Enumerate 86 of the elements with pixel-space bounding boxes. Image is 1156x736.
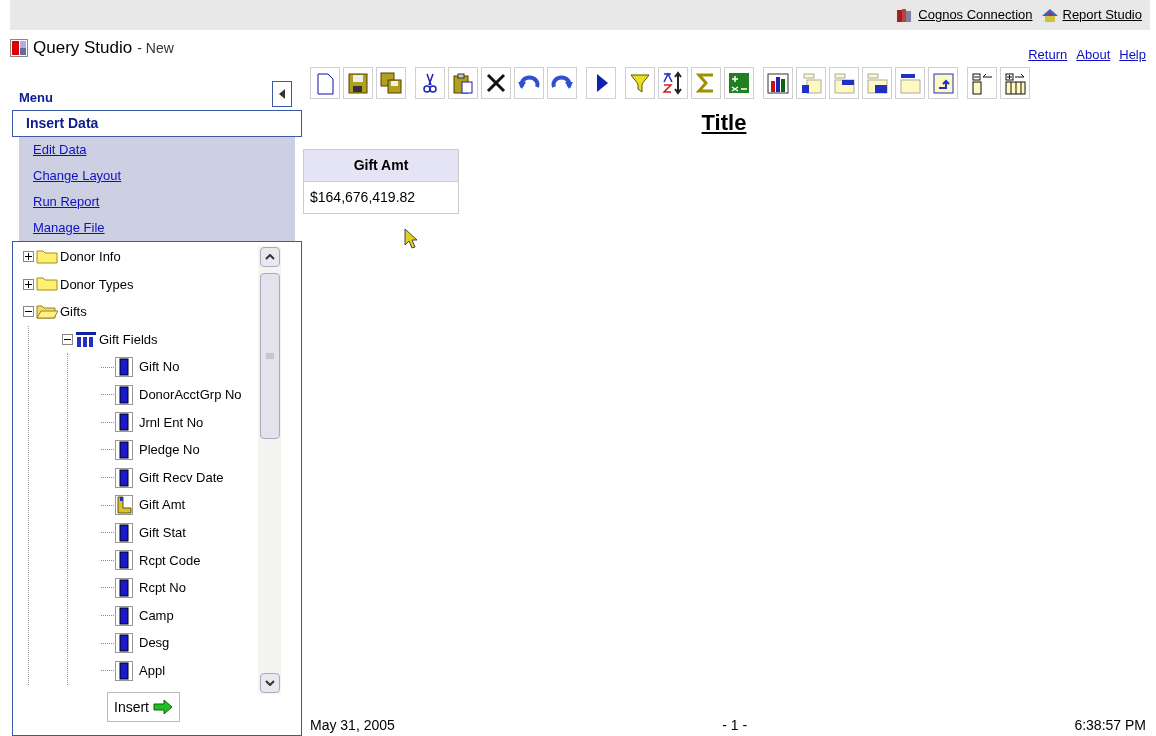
expand-toggle-icon[interactable] xyxy=(23,278,34,290)
collapse-panel-button[interactable] xyxy=(272,81,292,107)
menu-item[interactable]: Edit Data xyxy=(19,137,295,163)
menu-item[interactable]: Insert Data xyxy=(12,110,302,137)
top-link[interactable]: Report Studio xyxy=(1062,5,1142,25)
footer-date: May 31, 2005 xyxy=(310,716,395,735)
funnel-icon xyxy=(628,71,652,95)
collapse-toggle-icon[interactable] xyxy=(62,334,73,346)
tree-item[interactable]: Gift Fields xyxy=(99,329,158,350)
floppy-disks-icon xyxy=(379,71,403,95)
menu-item[interactable]: Manage File xyxy=(19,215,295,241)
tree-item[interactable]: Pledge No xyxy=(139,440,200,460)
expand-columns-icon xyxy=(1003,71,1027,95)
toolbar-button[interactable] xyxy=(415,67,445,99)
page-number: - 1 - xyxy=(722,716,748,735)
menu-title: Menu xyxy=(18,88,53,107)
expand-toggle-icon[interactable] xyxy=(23,251,34,263)
house-icon xyxy=(1040,7,1059,23)
grip-icon xyxy=(265,353,274,359)
tree-item[interactable]: DonorAcctGrp No xyxy=(139,385,242,405)
tree-item[interactable]: Donor Types xyxy=(60,274,134,295)
tree-item[interactable]: Jrnl Ent No xyxy=(139,412,204,433)
menu-item[interactable]: Run Report xyxy=(19,189,295,215)
toolbar-button[interactable] xyxy=(862,67,892,99)
toolbar-button[interactable] xyxy=(547,67,577,99)
app-title: Query Studio xyxy=(33,37,133,60)
app-logo-icon xyxy=(10,39,28,57)
collapse-toggle-icon[interactable] xyxy=(23,306,34,318)
tree-item[interactable]: Donor Info xyxy=(60,247,121,267)
arrow-right-icon xyxy=(153,700,173,714)
toolbar-button[interactable] xyxy=(343,67,373,99)
scroll-down-button[interactable] xyxy=(259,673,280,693)
calculator-icon xyxy=(727,71,751,95)
toolbar-button[interactable] xyxy=(763,67,793,99)
tree-item[interactable]: Gift Recv Date xyxy=(139,467,224,488)
toolbar-button[interactable] xyxy=(658,67,688,99)
toolbar-button[interactable] xyxy=(448,67,478,99)
toolbar-button[interactable] xyxy=(928,67,958,99)
chevron-up-icon xyxy=(264,254,275,260)
clipboard-icon xyxy=(451,71,475,95)
tree-item[interactable]: Rcpt Code xyxy=(139,550,201,571)
layout-icon xyxy=(865,71,889,95)
plus-icon xyxy=(25,253,32,261)
tree-item[interactable]: Gift No xyxy=(139,357,180,377)
header-link[interactable]: Help xyxy=(1119,44,1146,64)
cursor-icon xyxy=(404,228,418,250)
insert-button[interactable]: Insert xyxy=(107,692,180,722)
toolbar-button[interactable] xyxy=(586,67,616,99)
pivot-icon xyxy=(931,71,955,95)
toolbar-button[interactable] xyxy=(895,67,925,99)
scrollbar[interactable] xyxy=(258,246,281,694)
toolbar-button[interactable] xyxy=(796,67,826,99)
folder-icon xyxy=(36,302,58,322)
tree-item[interactable]: Gift Amt xyxy=(139,495,186,515)
scroll-up-button[interactable] xyxy=(259,247,280,267)
toolbar-button[interactable] xyxy=(481,67,511,99)
report-title[interactable]: Title xyxy=(701,112,747,140)
cross-icon xyxy=(484,71,508,95)
layout-icon xyxy=(799,71,823,95)
top-link[interactable]: Cognos Connection xyxy=(918,5,1033,25)
toolbar-button[interactable] xyxy=(514,67,544,99)
footer-time: 6:38:57 PM xyxy=(1074,716,1146,735)
header-link[interactable]: Return xyxy=(1028,44,1068,64)
app-subtitle: - New xyxy=(137,38,174,58)
plus-icon xyxy=(25,280,32,288)
layout-icon xyxy=(898,71,922,95)
scroll-thumb[interactable] xyxy=(259,273,280,439)
toolbar-button[interactable] xyxy=(829,67,859,99)
columns-icon xyxy=(75,329,97,350)
column-header[interactable]: Gift Amt xyxy=(303,149,459,182)
triangle-left-icon xyxy=(279,89,285,99)
layout-icon xyxy=(832,71,856,95)
chevron-down-icon xyxy=(264,680,275,686)
tree-item[interactable]: Camp xyxy=(139,605,174,626)
table-cell: $164,676,419.82 xyxy=(303,181,459,214)
sort-icon xyxy=(661,71,685,95)
collapse-columns-icon xyxy=(970,71,994,95)
tree-item[interactable]: Desg xyxy=(139,633,170,653)
menu-item[interactable]: Change Layout xyxy=(19,163,295,189)
toolbar-button[interactable] xyxy=(1000,67,1030,99)
tree-item[interactable]: Gifts xyxy=(60,302,87,322)
header-link[interactable]: About xyxy=(1076,44,1111,64)
bar-chart-icon xyxy=(766,71,790,95)
tree-item[interactable]: Rcpt No xyxy=(139,578,186,598)
tree-item[interactable]: Appl xyxy=(139,660,166,681)
tree-item[interactable]: Gift Stat xyxy=(139,523,186,543)
